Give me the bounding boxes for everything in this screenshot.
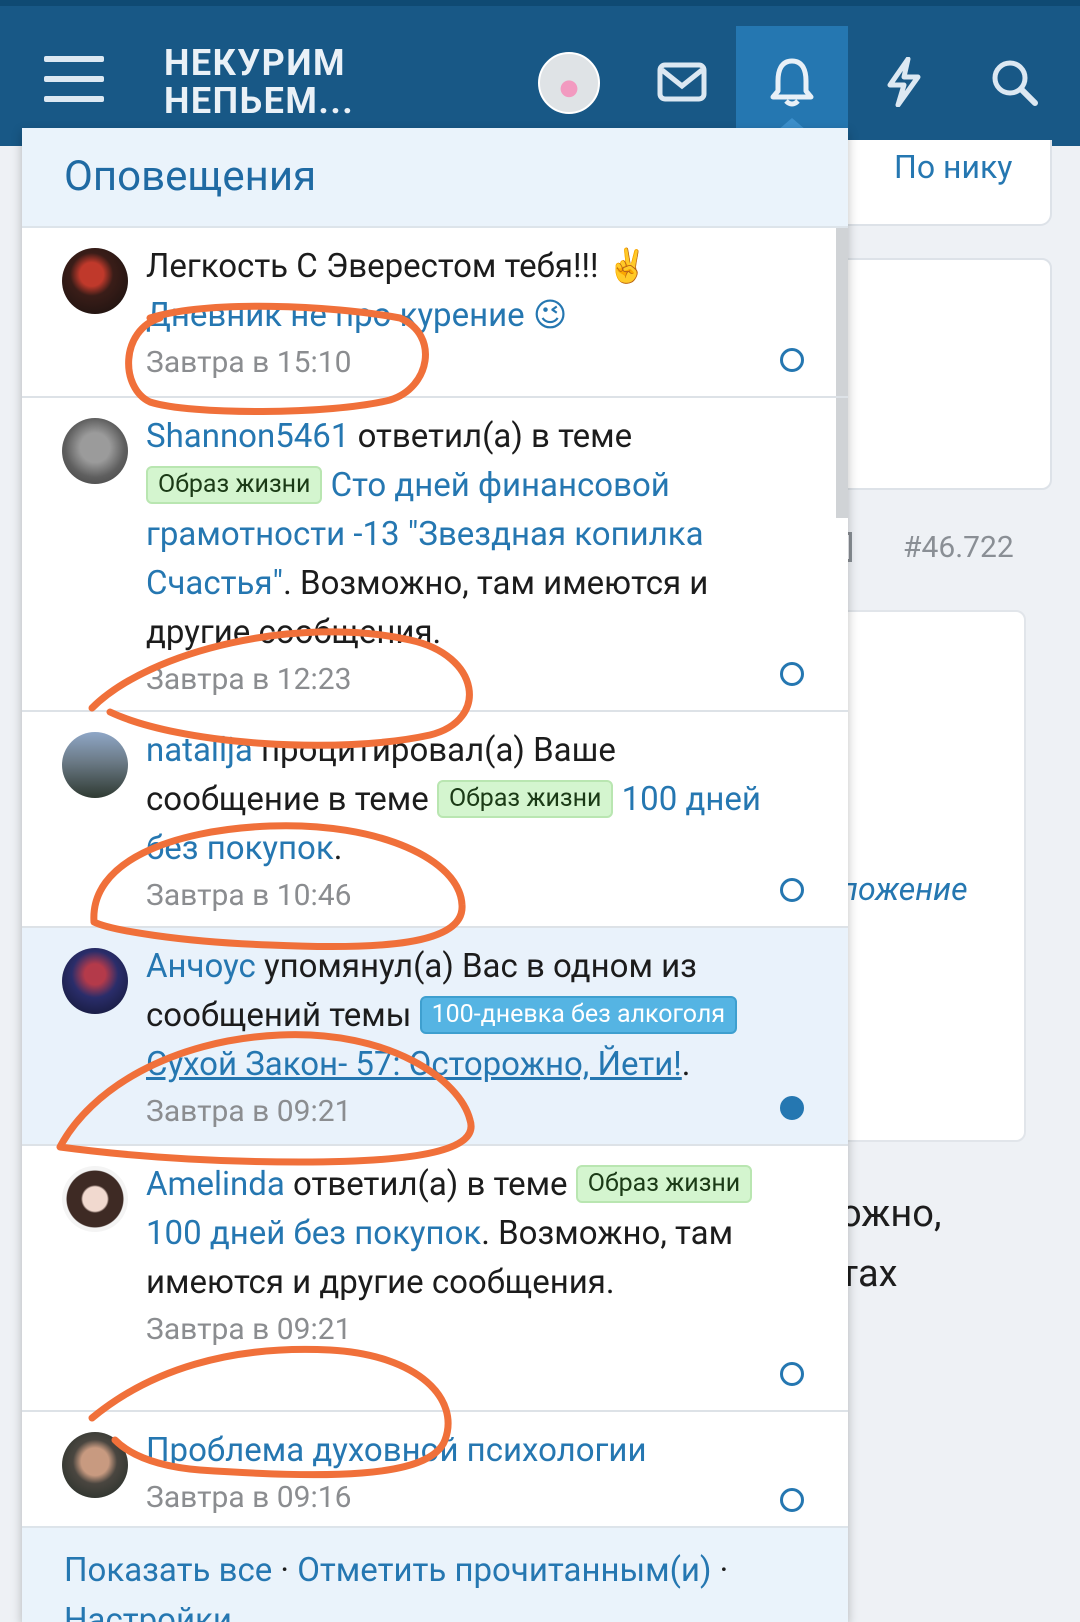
bell-icon[interactable] (764, 54, 820, 110)
username-link[interactable]: Shannon5461 (146, 417, 349, 456)
alert-text: Легкость С Эверестом тебя!!! ✌️ Дневник … (146, 242, 788, 340)
alert-time: Завтра в 10:46 (146, 878, 352, 913)
alert-time: Завтра в 12:23 (146, 662, 352, 697)
list-item[interactable]: Анчоус упомянул(а) Вас в одном из сообще… (22, 928, 848, 1146)
avatar[interactable] (62, 732, 128, 798)
alert-text: Amelinda ответил(а) в теме Образ жизни 1… (146, 1160, 788, 1307)
by-nick-link[interactable]: По нику (894, 148, 1012, 186)
panel-title: Оповещения (64, 152, 317, 201)
alerts-footer: Показать все · Отметить прочитанным(и) ·… (22, 1526, 848, 1622)
logo-line-2: НЕПЬЕМ... (164, 80, 355, 122)
alert-time: Завтра в 09:21 (146, 1094, 352, 1129)
settings-link[interactable]: Настройки (64, 1601, 232, 1622)
mark-read-toggle[interactable] (780, 662, 804, 686)
alert-action: ответил(а) в теме (284, 1165, 576, 1204)
search-icon[interactable] (986, 54, 1042, 110)
background-card (830, 258, 1052, 490)
thread-prefix[interactable]: Образ жизни (436, 780, 614, 818)
alert-action: ответил(а) в теме (349, 417, 633, 456)
site-logo[interactable]: НЕКУРИМ НЕПЬЕМ... (164, 44, 354, 120)
background-italic-text: ложение (840, 870, 968, 908)
alerts-panel: Оповещения Легкость С Эверестом тебя!!! … (22, 128, 848, 1622)
list-item[interactable]: Проблема духовной психологии Завтра в 09… (22, 1412, 848, 1526)
show-all-link[interactable]: Показать все (64, 1551, 272, 1590)
alert-text: natallja процитировал(а) Ваше сообщение … (146, 726, 788, 873)
username-link[interactable]: Amelinda (146, 1165, 285, 1204)
alerts-list[interactable]: Легкость С Эверестом тебя!!! ✌️ Дневник … (22, 228, 848, 1526)
username-link[interactable]: natallja (146, 731, 253, 770)
alerts-header: Оповещения (22, 128, 848, 228)
mark-read-link[interactable]: Отметить прочитанным(и) (297, 1551, 711, 1590)
thread-link[interactable]: Сухой Закон- 57: Осторожно, Йети! (146, 1045, 682, 1084)
avatar[interactable] (62, 1166, 128, 1232)
thread-link[interactable]: 100 дней без покупок (146, 1214, 481, 1253)
mark-read-toggle[interactable] (780, 878, 804, 902)
alert-time: Завтра в 09:21 (146, 1312, 352, 1347)
alert-text: Shannon5461 ответил(а) в теме Образ жизн… (146, 412, 788, 657)
list-item[interactable]: Amelinda ответил(а) в теме Образ жизни 1… (22, 1146, 848, 1412)
alert-message: Легкость С Эверестом тебя!!! ✌️ (146, 247, 648, 286)
thread-prefix[interactable]: Образ жизни (575, 1165, 753, 1203)
background-text-1: ожно, (840, 1192, 942, 1236)
separator: · (272, 1551, 298, 1590)
mail-icon[interactable] (654, 54, 710, 110)
alert-text: Анчоус упомянул(а) Вас в одном из сообще… (146, 942, 788, 1089)
menu-icon[interactable] (44, 56, 104, 108)
search-by-nick-card: По нику (830, 140, 1052, 226)
avatar[interactable] (62, 248, 128, 314)
post-number[interactable]: #46.722 (903, 530, 1014, 565)
thread-prefix[interactable]: Образ жизни (146, 466, 323, 504)
bolt-icon[interactable] (876, 54, 932, 110)
alert-time: Завтра в 09:16 (146, 1480, 352, 1515)
list-item[interactable]: Shannon5461 ответил(а) в теме Образ жизн… (22, 398, 848, 712)
alert-suffix: . (333, 829, 343, 868)
background-text-2: тах (840, 1252, 898, 1296)
logo-line-1: НЕКУРИМ (164, 42, 347, 84)
alert-suffix: . (681, 1045, 691, 1084)
mark-read-toggle[interactable] (780, 348, 804, 372)
list-item[interactable]: Легкость С Эверестом тебя!!! ✌️ Дневник … (22, 228, 848, 398)
separator: · (711, 1551, 729, 1590)
top-bar: НЕКУРИМ НЕПЬЕМ... (0, 0, 1080, 152)
mark-read-toggle[interactable] (780, 1488, 804, 1512)
alert-text: Проблема духовной психологии (146, 1426, 788, 1475)
list-item[interactable]: natallja процитировал(а) Ваше сообщение … (22, 712, 848, 928)
alert-time: Завтра в 15:10 (146, 345, 352, 380)
avatar[interactable] (62, 1432, 128, 1498)
thread-link[interactable]: Дневник не про курение 😉 (146, 296, 567, 335)
avatar[interactable] (62, 418, 128, 484)
mark-read-toggle[interactable] (780, 1362, 804, 1386)
thread-prefix[interactable]: 100-дневка без алкоголя (419, 996, 738, 1034)
thread-link[interactable]: Проблема духовной психологии (146, 1431, 647, 1470)
avatar[interactable] (62, 948, 128, 1014)
mark-read-toggle[interactable] (780, 1096, 804, 1120)
avatar[interactable] (538, 52, 600, 114)
username-link[interactable]: Анчоус (146, 947, 256, 986)
